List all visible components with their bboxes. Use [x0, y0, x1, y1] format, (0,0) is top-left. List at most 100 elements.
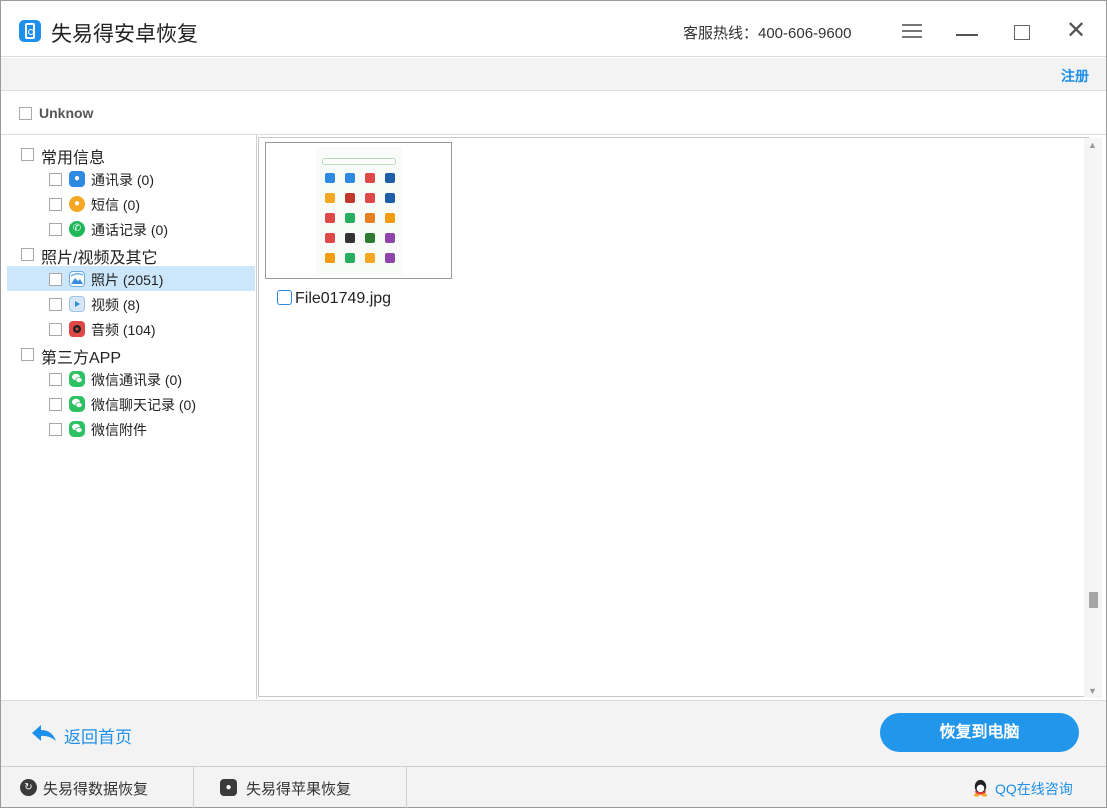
category-label: 第三方APP	[41, 350, 122, 367]
tree-item-label: 音频 (104)	[91, 322, 156, 338]
close-icon[interactable]: ✕	[1061, 15, 1091, 45]
item-checkbox[interactable]	[49, 323, 62, 336]
hotline-text: 客服热线：400-606-9600	[683, 25, 852, 42]
item-checkbox[interactable]	[49, 223, 62, 236]
item-checkbox[interactable]	[49, 298, 62, 311]
maximize-button[interactable]	[1007, 15, 1037, 45]
footer-tab-ios-recovery[interactable]: ● 失易得苹果恢复	[194, 767, 407, 808]
thumbnail-app-tile	[385, 173, 395, 183]
thumbnail-app-tile	[345, 213, 355, 223]
thumbnail-app-tile	[325, 173, 335, 183]
thumbnail-app-tile	[325, 193, 335, 203]
thumbnail-app-tile	[345, 193, 355, 203]
register-link[interactable]: 注册	[1061, 66, 1089, 86]
tree-item-label: 视频 (8)	[91, 297, 140, 313]
tree-item-wechat-attachments[interactable]: 微信附件	[7, 416, 255, 441]
contacts-icon: ●	[69, 171, 85, 187]
minimize-button[interactable]	[952, 15, 982, 45]
thumbnail-app-tile	[365, 193, 375, 203]
app-title: 失易得安卓恢复	[51, 23, 198, 46]
tree-item-sms[interactable]: ● 短信 (0)	[7, 191, 255, 216]
wechat-icon	[69, 396, 85, 412]
tree-item-label: 短信 (0)	[91, 197, 140, 213]
item-checkbox[interactable]	[49, 273, 62, 286]
sms-icon: ●	[69, 196, 85, 212]
tree-item-wechat-chats[interactable]: 微信聊天记录 (0)	[7, 391, 255, 416]
thumbnail-app-tile	[325, 213, 335, 223]
tree-item-label: 微信附件	[91, 422, 147, 438]
thumbnail-app-tile	[345, 253, 355, 263]
tree-item-label: 通讯录 (0)	[91, 172, 154, 188]
file-grid: File01749.jpg	[258, 137, 1089, 697]
qq-icon	[973, 779, 988, 797]
thumbnail-app-tile	[385, 193, 395, 203]
tree-category-common[interactable]: 常用信息	[7, 141, 255, 167]
thumbnail-app-tile	[365, 253, 375, 263]
wechat-icon	[69, 371, 85, 387]
video-icon	[69, 296, 85, 312]
qq-consult-label: QQ在线咨询	[995, 781, 1073, 797]
thumbnail-app-tile	[385, 213, 395, 223]
file-name: File01749.jpg	[295, 290, 392, 307]
wechat-icon	[69, 421, 85, 437]
tree-item-call-log[interactable]: ✆ 通话记录 (0)	[7, 216, 255, 241]
vertical-scrollbar[interactable]: ▲ ▼	[1084, 138, 1102, 698]
recover-to-computer-button[interactable]: 恢复到电脑	[880, 713, 1079, 752]
unknow-checkbox[interactable]	[19, 107, 32, 120]
title-bar: 失易得安卓恢复 客服热线：400-606-9600 ✕	[1, 1, 1106, 57]
item-checkbox[interactable]	[49, 373, 62, 386]
photo-icon	[69, 271, 85, 287]
tree-category-third-party[interactable]: 第三方APP	[7, 341, 255, 367]
register-bar: 注册	[1, 58, 1106, 91]
pane-divider[interactable]	[256, 135, 257, 699]
thumbnail-app-tile	[365, 213, 375, 223]
back-home-label: 返回首页	[64, 728, 132, 747]
scroll-up-icon[interactable]: ▲	[1088, 140, 1097, 150]
tree-item-label: 照片 (2051)	[91, 272, 164, 288]
footer-tab-data-recovery[interactable]: ↻ 失易得数据恢复	[1, 767, 194, 808]
thumbnail-app-tile	[325, 233, 335, 243]
category-tree: 常用信息 ● 通讯录 (0) ● 短信 (0) ✆ 通话记录 (0) 照片/视频…	[7, 141, 255, 441]
thumbnail-app-tile	[345, 233, 355, 243]
file-thumbnail[interactable]	[265, 142, 452, 279]
thumbnail-app-tile	[365, 173, 375, 183]
file-item[interactable]: File01749.jpg	[277, 290, 391, 308]
action-bar: 返回首页 恢复到电脑	[1, 700, 1106, 766]
tree-item-audio[interactable]: 音频 (104)	[7, 316, 255, 341]
footer: ↻ 失易得数据恢复 ● 失易得苹果恢复 QQ在线咨询	[1, 766, 1106, 808]
menu-icon[interactable]	[897, 15, 927, 45]
item-checkbox[interactable]	[49, 423, 62, 436]
thumbnail-app-tile	[365, 233, 375, 243]
tree-item-photos[interactable]: 照片 (2051)	[7, 266, 255, 291]
category-checkbox[interactable]	[21, 348, 34, 361]
tree-item-label: 微信聊天记录 (0)	[91, 397, 196, 413]
tree-category-media[interactable]: 照片/视频及其它	[7, 241, 255, 267]
footer-tab-label: 失易得苹果恢复	[246, 781, 352, 798]
footer-tab-label: 失易得数据恢复	[43, 781, 149, 798]
thumbnail-app-tile	[385, 233, 395, 243]
category-label: 照片/视频及其它	[41, 250, 158, 267]
scroll-thumb[interactable]	[1089, 592, 1098, 608]
back-arrow-icon	[32, 725, 56, 741]
app-logo-icon	[19, 20, 41, 42]
apple-icon: ●	[220, 779, 237, 796]
file-checkbox[interactable]	[277, 290, 292, 305]
data-recovery-icon: ↻	[20, 779, 37, 796]
scroll-down-icon[interactable]: ▼	[1088, 686, 1097, 696]
call-log-icon: ✆	[69, 221, 85, 237]
item-checkbox[interactable]	[49, 173, 62, 186]
item-checkbox[interactable]	[49, 198, 62, 211]
filter-bar: Unknow	[1, 92, 1106, 135]
thumbnail-app-tile	[325, 253, 335, 263]
category-checkbox[interactable]	[21, 248, 34, 261]
category-checkbox[interactable]	[21, 148, 34, 161]
tree-item-videos[interactable]: 视频 (8)	[7, 291, 255, 316]
thumbnail-image	[316, 147, 402, 275]
audio-icon	[69, 321, 85, 337]
tree-item-label: 通话记录 (0)	[91, 222, 168, 238]
item-checkbox[interactable]	[49, 398, 62, 411]
thumbnail-app-tile	[345, 173, 355, 183]
tree-item-label: 微信通讯录 (0)	[91, 372, 182, 388]
tree-item-contacts[interactable]: ● 通讯录 (0)	[7, 166, 255, 191]
tree-item-wechat-contacts[interactable]: 微信通讯录 (0)	[7, 366, 255, 391]
